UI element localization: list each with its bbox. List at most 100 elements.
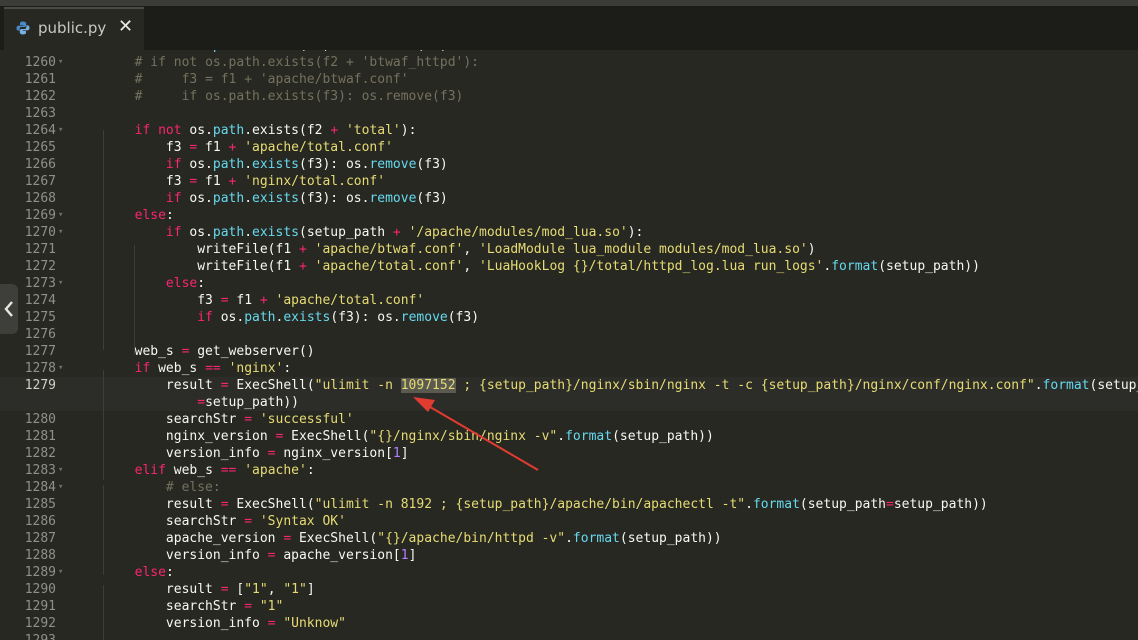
line-number: 1281 — [24, 429, 56, 444]
line-number: 1291 — [24, 599, 56, 614]
line-number: 1280 — [24, 412, 56, 427]
code-line[interactable]: =setup_path)) — [0, 394, 1138, 411]
line-number: 1277 — [24, 344, 56, 359]
code-text: # if os.path.exists(f3): os.remove(f3) — [134, 89, 464, 104]
code-line[interactable]: 1292 version_info = "Unknow" — [0, 615, 1138, 632]
code-text: apache_version = ExecShell("{}/apache/bi… — [72, 531, 722, 546]
fold-toggle-icon[interactable]: ▾ — [58, 122, 63, 139]
line-number: 1263 — [24, 106, 56, 121]
code-line[interactable]: 1273 ▾ else: — [0, 275, 1138, 292]
tab-label: public.py — [38, 19, 107, 37]
code-line[interactable]: 1261 # f3 = f1 + 'apache/btwaf.conf' — [0, 71, 1138, 88]
code-line[interactable]: 1291 searchStr = "1" — [0, 598, 1138, 615]
code-line[interactable]: 1262 # if os.path.exists(f3): os.remove(… — [0, 88, 1138, 105]
line-number: 1267 — [24, 174, 56, 189]
code-line[interactable]: 1279 result = ExecShell("ulimit -n 10971… — [0, 377, 1138, 394]
code-line[interactable]: 1272 writeFile(f1 + 'apache/total.conf',… — [0, 258, 1138, 275]
code-line[interactable]: 1269 ▾ else: — [0, 207, 1138, 224]
line-number: 1278 — [24, 361, 56, 376]
indent-guide — [134, 245, 135, 355]
code-text: =setup_path)) — [197, 395, 299, 410]
fold-toggle-icon[interactable]: ▾ — [58, 360, 63, 377]
line-number: 1285 — [24, 497, 56, 512]
code-line[interactable]: 1287 apache_version = ExecShell("{}/apac… — [0, 530, 1138, 547]
code-text: elif web_s == 'apache': — [134, 463, 315, 478]
code-text: f3 = f1 + 'nginx/total.conf' — [72, 174, 386, 189]
code-line[interactable]: 1263 — [0, 105, 1138, 122]
code-text: else: — [165, 276, 206, 291]
line-number: 1293 — [8, 632, 56, 640]
line-number: 1261 — [24, 72, 56, 87]
code-line[interactable]: 1282 version_info = nginx_version[1] — [0, 445, 1138, 462]
code-line[interactable]: 1283 ▾ elif web_s == 'apache': — [0, 462, 1138, 479]
line-number: 1287 — [24, 531, 56, 546]
code-line[interactable]: 1275 if os.path.exists(f3): os.remove(f3… — [0, 309, 1138, 326]
chevron-left-icon — [4, 301, 13, 317]
code-line[interactable]: 1270 ▾ if os.path.exists(setup_path + '/a… — [0, 224, 1138, 241]
code-text: writeFile(f1 + 'apache/btwaf.conf', 'Loa… — [72, 242, 816, 257]
line-number: 1271 — [24, 242, 56, 257]
fold-toggle-icon[interactable]: ▾ — [58, 275, 63, 292]
close-icon[interactable]: ✕ — [118, 16, 133, 37]
fold-toggle-icon[interactable]: ▾ — [58, 207, 63, 224]
tab-public-py[interactable]: public.py ✕ — [4, 7, 144, 50]
line-number: 1272 — [24, 259, 56, 274]
fold-toggle-icon[interactable]: ▾ — [58, 54, 63, 71]
code-line[interactable]: 1285 result = ExecShell("ulimit -n 8192 … — [0, 496, 1138, 513]
code-text: # f3 = f1 + 'apache/btwaf.conf' — [134, 72, 409, 87]
line-number: 1268 — [24, 191, 56, 206]
line-number: 1279 — [24, 378, 56, 393]
line-number: 1260 — [24, 55, 56, 70]
code-text: # else: — [165, 480, 221, 495]
sidebar-toggle-button[interactable] — [0, 284, 18, 334]
code-line[interactable]: 1284 ▾ # else: — [0, 479, 1138, 496]
code-text: result = ["1", "1"] — [72, 582, 315, 597]
indent-guide — [103, 130, 104, 350]
code-text: else: — [134, 565, 174, 580]
fold-toggle-icon[interactable]: ▾ — [58, 479, 63, 496]
code-text: if web_s == 'nginx': — [134, 361, 292, 376]
line-number: 1264 — [24, 123, 56, 138]
code-line[interactable]: 1268 if os.path.exists(f3): os.remove(f3… — [0, 190, 1138, 207]
code-line[interactable]: 1288 version_info = apache_version[1] — [0, 547, 1138, 564]
code-line[interactable]: 1265 f3 = f1 + 'apache/total.conf' — [0, 139, 1138, 156]
code-line[interactable]: 1267 f3 = f1 + 'nginx/total.conf' — [0, 173, 1138, 190]
code-line[interactable]: 1271 writeFile(f1 + 'apache/btwaf.conf',… — [0, 241, 1138, 258]
fold-toggle-icon[interactable]: ▾ — [58, 224, 63, 241]
code-line[interactable]: 1274 f3 = f1 + 'apache/total.conf' — [0, 292, 1138, 309]
code-line[interactable]: 1276 — [0, 326, 1138, 343]
fold-toggle-icon[interactable]: ▾ — [58, 564, 63, 581]
code-line[interactable]: 1260 ▾ # if not os.path.exists(f2 + 'btwa… — [0, 54, 1138, 71]
code-line[interactable]: 1289 ▾ else: — [0, 564, 1138, 581]
code-editor[interactable]: 1259 if os.path.exists(f3): os.remove(f3… — [0, 50, 1138, 640]
code-text: version_info = nginx_version[1] — [72, 446, 409, 461]
line-number: 1290 — [24, 582, 56, 597]
code-line[interactable]: 1280 searchStr = 'successful' — [0, 411, 1138, 428]
code-text: writeFile(f1 + 'apache/total.conf', 'Lua… — [72, 259, 980, 274]
code-text: web_s = get_webserver() — [72, 344, 315, 359]
line-number: 1270 — [24, 225, 56, 240]
code-line[interactable]: 1278 ▾ if web_s == 'nginx': — [0, 360, 1138, 377]
code-text: if not os.path.exists(f2 + 'total'): — [134, 123, 417, 138]
fold-toggle-icon[interactable]: ▾ — [58, 462, 63, 479]
code-line[interactable]: 1293 — [0, 632, 1138, 640]
code-line[interactable]: 1290 result = ["1", "1"] — [0, 581, 1138, 598]
code-line[interactable]: 1266 if os.path.exists(f3): os.remove(f3… — [0, 156, 1138, 173]
code-text: nginx_version = ExecShell("{}/nginx/sbin… — [72, 429, 714, 444]
code-line[interactable]: 1264 ▾ if not os.path.exists(f2 + 'total'… — [0, 122, 1138, 139]
line-number: 1265 — [24, 140, 56, 155]
tab-bar-top-strip — [0, 0, 1138, 6]
code-line[interactable]: 1277 web_s = get_webserver() — [0, 343, 1138, 360]
code-line[interactable]: 1286 searchStr = 'Syntax OK' — [0, 513, 1138, 530]
line-number: 1282 — [24, 446, 56, 461]
code-text: searchStr = 'Syntax OK' — [72, 514, 346, 529]
code-text: result = ExecShell("ulimit -n 8192 ; {se… — [72, 497, 988, 512]
line-number: 1292 — [24, 616, 56, 631]
line-number: 1284 — [24, 480, 56, 495]
line-number: 1269 — [24, 208, 56, 223]
code-text: if os.path.exists(f3): os.remove(f3) — [165, 157, 448, 172]
indent-guide — [103, 585, 104, 640]
code-line[interactable]: 1281 nginx_version = ExecShell("{}/nginx… — [0, 428, 1138, 445]
code-text: searchStr = 'successful' — [72, 412, 354, 427]
